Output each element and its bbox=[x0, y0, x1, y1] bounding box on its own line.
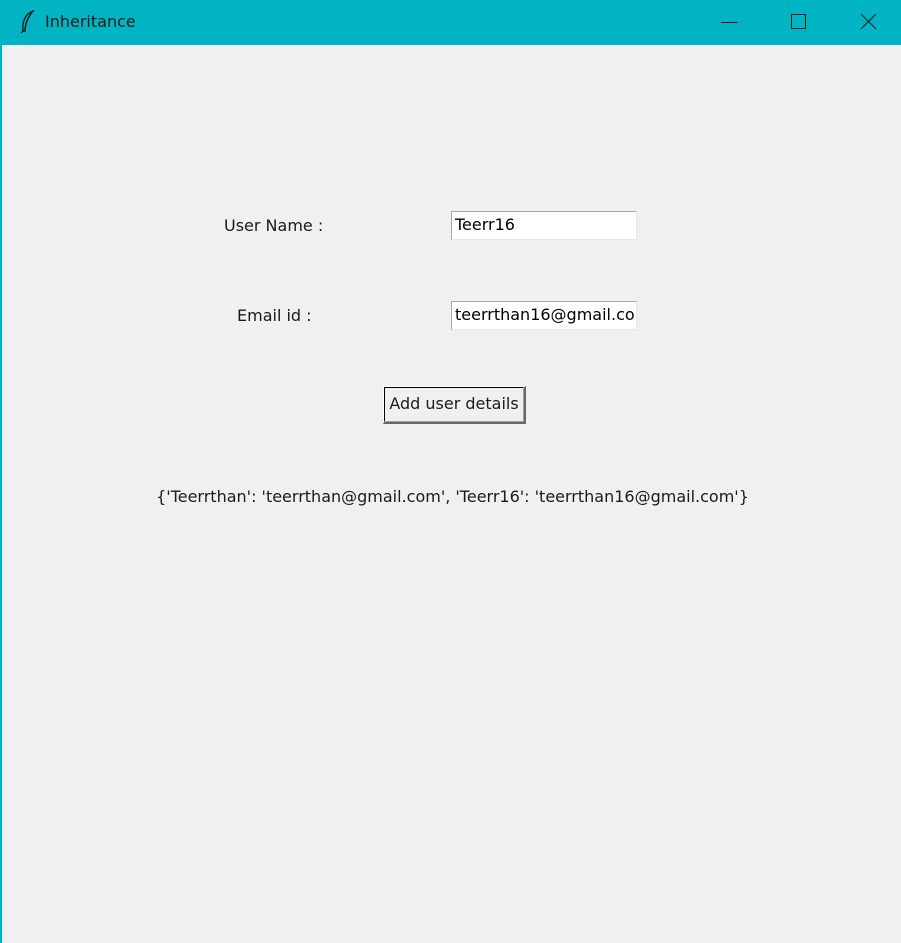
add-user-details-button[interactable]: Add user details bbox=[383, 386, 526, 424]
maximize-icon bbox=[791, 14, 806, 29]
user-dict-output: {'Teerrthan': 'teerrthan@gmail.com', 'Te… bbox=[156, 487, 749, 506]
maximize-button[interactable] bbox=[776, 0, 822, 45]
minimize-icon bbox=[721, 22, 738, 23]
username-label: User Name : bbox=[224, 216, 324, 235]
feather-icon bbox=[19, 9, 37, 34]
close-button[interactable] bbox=[846, 0, 892, 45]
app-window: Inheritance User Name : Teerr16 Email id… bbox=[0, 0, 901, 943]
window-title: Inheritance bbox=[45, 12, 136, 31]
title-bar[interactable]: Inheritance bbox=[2, 0, 901, 45]
close-icon bbox=[860, 13, 877, 30]
minimize-button[interactable] bbox=[707, 0, 753, 45]
email-label: Email id : bbox=[237, 306, 312, 325]
username-input[interactable]: Teerr16 bbox=[451, 211, 637, 240]
email-input[interactable]: teerrthan16@gmail.com bbox=[451, 301, 637, 330]
